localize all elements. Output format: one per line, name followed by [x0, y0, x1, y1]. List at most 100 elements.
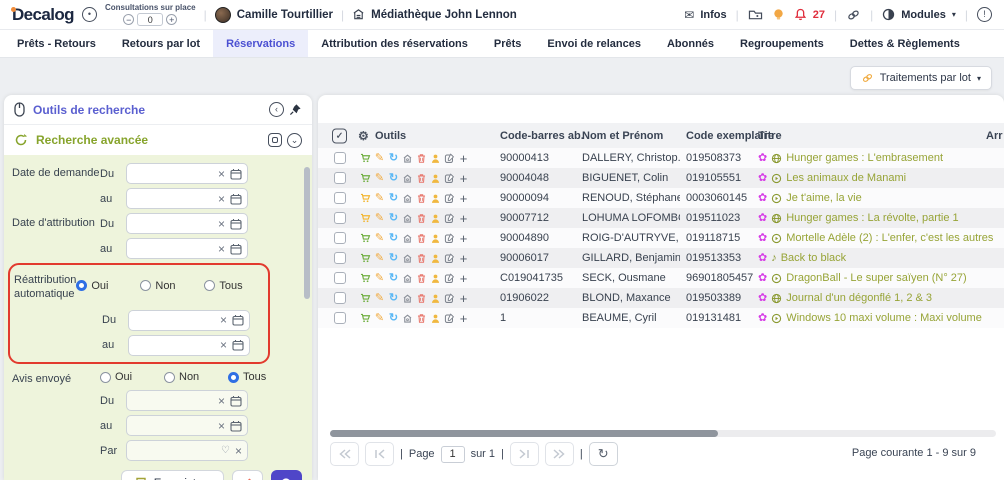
consultations-plus-button[interactable]: +	[166, 14, 177, 25]
add-icon[interactable]: +	[458, 272, 469, 285]
person-icon[interactable]	[430, 313, 441, 324]
notifications-button[interactable]: 27	[794, 8, 825, 21]
collapse-left-icon[interactable]: ‹	[269, 102, 284, 117]
edit-pencil-icon[interactable]: ✎	[374, 253, 385, 264]
reassign-icon[interactable]: ↻	[388, 313, 399, 324]
row-checkbox[interactable]	[334, 272, 346, 284]
folder-icon[interactable]	[748, 8, 763, 21]
date-demande-au-input[interactable]	[132, 193, 213, 204]
reassign-icon[interactable]: ↻	[388, 253, 399, 264]
window-icon[interactable]	[268, 133, 282, 147]
home-icon[interactable]	[402, 293, 413, 304]
note-icon[interactable]	[444, 173, 455, 184]
avis-du-input[interactable]	[132, 395, 213, 406]
calendar-icon[interactable]	[230, 243, 242, 255]
library-selector[interactable]: Médiathèque John Lennon	[352, 8, 517, 21]
help-icon[interactable]: !	[977, 7, 992, 22]
clear-icon[interactable]: ×	[218, 420, 225, 432]
person-icon[interactable]	[430, 293, 441, 304]
home-icon[interactable]	[402, 173, 413, 184]
clear-icon[interactable]: ×	[218, 168, 225, 180]
home-icon[interactable]	[402, 193, 413, 204]
reassign-icon[interactable]: ↻	[388, 293, 399, 304]
modules-menu[interactable]: Modules ▾	[882, 8, 956, 21]
person-icon[interactable]	[430, 273, 441, 284]
person-icon[interactable]	[430, 153, 441, 164]
tab-reservations[interactable]: Réservations	[213, 30, 308, 57]
date-attribution-du-field[interactable]: ×	[126, 213, 248, 234]
row-checkbox[interactable]	[334, 252, 346, 264]
trash-icon[interactable]	[416, 173, 427, 184]
tab-attribution-reservations[interactable]: Attribution des réservations	[308, 30, 481, 57]
reassign-icon[interactable]: ↻	[388, 173, 399, 184]
row-checkbox[interactable]	[334, 172, 346, 184]
reassign-icon[interactable]: ↻	[388, 193, 399, 204]
avis-non-radio[interactable]: Non	[164, 371, 228, 383]
user-menu[interactable]: Camille Tourtillier	[215, 7, 333, 23]
date-attribution-au-field[interactable]: ×	[126, 238, 248, 259]
trash-icon[interactable]	[416, 293, 427, 304]
cart-icon[interactable]	[360, 212, 371, 224]
tab-retours-par-lot[interactable]: Retours par lot	[109, 30, 213, 57]
person-icon[interactable]	[430, 233, 441, 244]
trash-icon[interactable]	[416, 313, 427, 324]
avis-par-input[interactable]	[132, 445, 216, 456]
add-icon[interactable]: +	[458, 172, 469, 185]
add-icon[interactable]: +	[458, 292, 469, 305]
cart-icon[interactable]	[360, 252, 371, 264]
consultations-minus-button[interactable]: −	[123, 14, 134, 25]
reattribution-tous-radio[interactable]: Tous	[204, 280, 268, 292]
heart-icon[interactable]: ♡	[221, 445, 230, 456]
calendar-icon[interactable]	[232, 314, 244, 326]
clear-icon[interactable]: ×	[218, 243, 225, 255]
note-icon[interactable]	[444, 153, 455, 164]
cart-icon[interactable]	[360, 192, 371, 204]
edit-pencil-icon[interactable]: ✎	[374, 153, 385, 164]
reassign-icon[interactable]: ↻	[388, 213, 399, 224]
calendar-icon[interactable]	[232, 339, 244, 351]
form-scrollbar[interactable]	[304, 167, 310, 299]
note-icon[interactable]	[444, 313, 455, 324]
date-demande-au-field[interactable]: ×	[126, 188, 248, 209]
clear-icon[interactable]: ×	[218, 395, 225, 407]
home-icon[interactable]	[402, 153, 413, 164]
add-icon[interactable]: +	[458, 232, 469, 245]
trash-icon[interactable]	[416, 153, 427, 164]
page-input[interactable]	[441, 446, 465, 463]
row-checkbox[interactable]	[334, 192, 346, 204]
clear-icon[interactable]: ×	[218, 218, 225, 230]
edit-pencil-icon[interactable]: ✎	[374, 213, 385, 224]
home-icon[interactable]	[402, 213, 413, 224]
scrollbar-thumb[interactable]	[330, 430, 718, 437]
note-icon[interactable]	[444, 193, 455, 204]
edit-pencil-icon[interactable]: ✎	[374, 313, 385, 324]
tab-prets-retours[interactable]: Prêts - Retours	[4, 30, 109, 57]
note-icon[interactable]	[444, 293, 455, 304]
pin-icon[interactable]	[289, 103, 302, 116]
reassign-icon[interactable]: ↻	[388, 233, 399, 244]
home-icon[interactable]	[402, 233, 413, 244]
col-name[interactable]: Nom et Prénom	[582, 130, 663, 142]
add-icon[interactable]: +	[458, 212, 469, 225]
trash-icon[interactable]	[416, 213, 427, 224]
note-icon[interactable]	[444, 233, 455, 244]
search-button[interactable]	[271, 470, 302, 480]
row-checkbox[interactable]	[334, 152, 346, 164]
tab-envoi-relances[interactable]: Envoi de relances	[534, 30, 654, 57]
fast-backward-button[interactable]	[330, 442, 359, 466]
lamp-icon[interactable]	[772, 8, 785, 21]
col-title[interactable]: Titre	[758, 130, 782, 142]
select-all-checkbox[interactable]: ✓	[332, 128, 347, 143]
row-checkbox[interactable]	[334, 292, 346, 304]
calendar-icon[interactable]	[230, 168, 242, 180]
person-icon[interactable]	[430, 213, 441, 224]
cart-icon[interactable]	[360, 152, 371, 164]
avis-au-input[interactable]	[132, 420, 213, 431]
clear-icon[interactable]: ×	[218, 193, 225, 205]
chevron-down-icon[interactable]: ⌄	[287, 133, 302, 148]
horizontal-scrollbar[interactable]	[330, 430, 996, 437]
home-icon[interactable]	[402, 313, 413, 324]
edit-pencil-icon[interactable]: ✎	[374, 173, 385, 184]
note-icon[interactable]	[444, 253, 455, 264]
date-attribution-du-input[interactable]	[132, 218, 213, 229]
